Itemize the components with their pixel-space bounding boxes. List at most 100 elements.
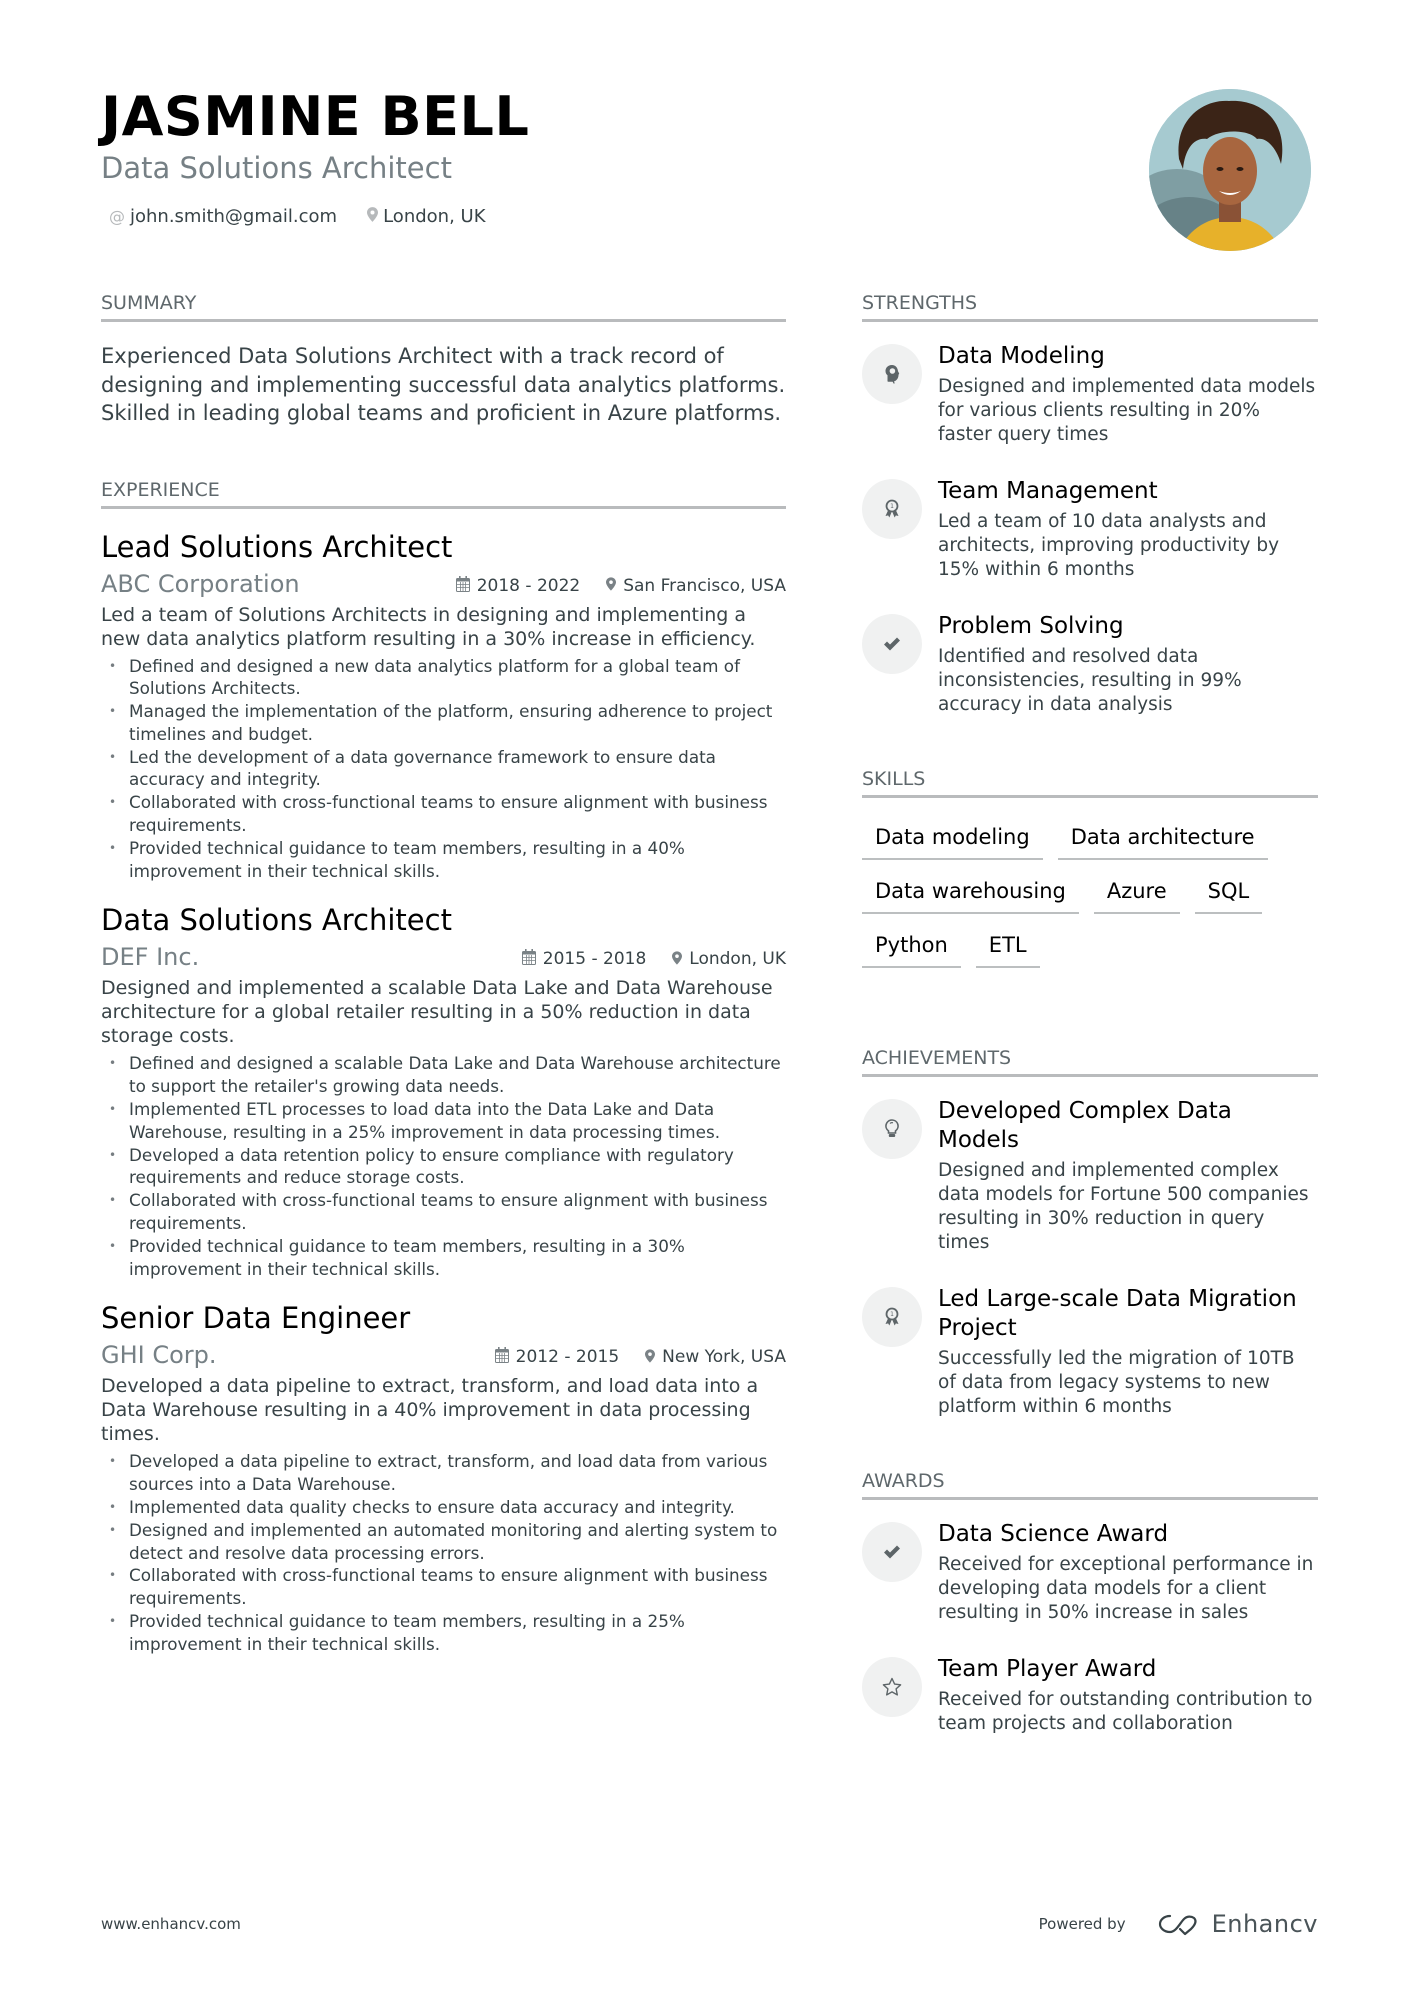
section-heading-summary: SUMMARY [101, 291, 786, 322]
job-meta: ABC Corporation 2018 - 2022 San Francisc… [101, 569, 786, 599]
section-heading-strengths: STRENGTHS [862, 291, 1318, 322]
award-ribbon-icon: 1 [862, 1287, 922, 1347]
award-title: Team Player Award [938, 1656, 1157, 1682]
strengths-section: STRENGTHS Data Modeling Designed and imp… [862, 291, 1318, 717]
bullet-item: Managed the implementation of the platfo… [101, 700, 786, 746]
section-heading-awards: AWARDS [862, 1469, 1318, 1500]
bullet-item: Collaborated with cross-functional teams… [101, 1564, 786, 1610]
bullet-item: Defined and designed a scalable Data Lak… [101, 1052, 786, 1098]
checkmark-icon [862, 1522, 922, 1582]
job-bullets: Defined and designed a new data analytic… [101, 655, 786, 883]
award-item: Data Science Award Received for exceptio… [862, 1520, 1318, 1625]
achievement-title: Led Large-scale Data Migration Project [938, 1286, 1297, 1341]
resume-header: JASMINE BELL Data Solutions Architect @ … [101, 85, 1001, 228]
achievement-item: Developed Complex Data Models Designed a… [862, 1097, 1318, 1255]
skills-section: SKILLS Data modeling Data architecture D… [862, 767, 1318, 968]
job-location: San Francisco, USA [623, 575, 786, 596]
experience-section: EXPERIENCE Lead Solutions Architect ABC … [101, 478, 786, 1656]
company-name: ABC Corporation [101, 569, 300, 598]
calendar-icon [494, 1347, 509, 1367]
job-entry: Lead Solutions Architect ABC Corporation… [101, 529, 786, 883]
award-item: Team Player Award Received for outstandi… [862, 1655, 1318, 1736]
strength-item: 1 Team Management Led a team of 10 data … [862, 477, 1318, 582]
job-meta: DEF Inc. 2015 - 2018 London, UK [101, 942, 786, 972]
skill-tag: Azure [1093, 860, 1180, 914]
achievement-title: Developed Complex Data Models [938, 1098, 1232, 1153]
skill-tag: SQL [1194, 860, 1263, 914]
skill-tag: Data modeling [862, 806, 1043, 860]
award-description: Received for outstanding contribution to… [938, 1689, 1313, 1734]
bullet-item: Developed a data pipeline to extract, tr… [101, 1450, 786, 1496]
brain-head-icon [862, 344, 922, 404]
skills-list: Data modeling Data architecture Data war… [862, 806, 1318, 968]
left-column: SUMMARY Experienced Data Solutions Archi… [101, 291, 786, 1656]
strength-description: Identified and resolved data inconsisten… [938, 646, 1242, 715]
skill-tag: Python [862, 914, 961, 968]
job-meta: GHI Corp. 2012 - 2015 New York, USA [101, 1340, 786, 1370]
section-heading-achievements: ACHIEVEMENTS [862, 1046, 1318, 1077]
map-pin-icon [367, 207, 379, 226]
strength-title: Problem Solving [938, 613, 1124, 639]
job-description: Developed a data pipeline to extract, tr… [101, 1375, 759, 1446]
achievement-item: 1 Led Large-scale Data Migration Project… [862, 1285, 1318, 1419]
bullet-item: Defined and designed a new data analytic… [101, 655, 786, 701]
candidate-name: JASMINE BELL [101, 85, 530, 148]
job-dates: 2018 - 2022 [476, 575, 581, 596]
job-location: New York, USA [662, 1347, 786, 1368]
job-title: Senior Data Engineer [101, 1301, 411, 1336]
strength-item: Problem Solving Identified and resolved … [862, 612, 1318, 717]
bullet-item: Implemented data quality checks to ensur… [101, 1496, 786, 1519]
enhancv-logo-icon [1158, 1914, 1197, 1936]
job-bullets: Defined and designed a scalable Data Lak… [101, 1052, 786, 1280]
job-title: Data Solutions Architect [101, 903, 452, 938]
profile-photo [1149, 89, 1311, 251]
star-icon [862, 1657, 922, 1717]
bullet-item: Provided technical guidance to team memb… [101, 1235, 786, 1281]
strength-item: Data Modeling Designed and implemented d… [862, 342, 1318, 447]
calendar-icon [521, 949, 536, 969]
bullet-item: Developed a data retention policy to ens… [101, 1144, 786, 1190]
strength-description: Designed and implemented data models for… [938, 376, 1316, 445]
job-description: Designed and implemented a scalable Data… [101, 977, 773, 1048]
job-entry: Senior Data Engineer GHI Corp. 2012 - 20… [101, 1300, 786, 1655]
bullet-item: Collaborated with cross-functional teams… [101, 1189, 786, 1235]
award-title: Data Science Award [938, 1521, 1169, 1547]
skill-tag: ETL [975, 914, 1040, 968]
contact-email[interactable]: @ john.smith@gmail.com [109, 206, 337, 227]
strength-description: Led a team of 10 data analysts and archi… [938, 511, 1280, 580]
award-description: Received for exceptional performance in … [938, 1554, 1314, 1623]
checkmark-icon [862, 614, 922, 674]
website-link[interactable]: www.enhancv.com [101, 1915, 241, 1933]
map-pin-icon [645, 1348, 656, 1367]
achievement-description: Successfully led the migration of 10TB o… [938, 1348, 1295, 1417]
bullet-item: Led the development of a data governance… [101, 746, 786, 792]
job-description: Led a team of Solutions Architects in de… [101, 603, 756, 650]
job-dates: 2012 - 2015 [515, 1347, 620, 1368]
right-column: STRENGTHS Data Modeling Designed and imp… [862, 291, 1318, 1736]
job-dates: 2015 - 2018 [542, 949, 647, 970]
strength-title: Team Management [938, 478, 1158, 504]
brand-name: Enhancv [1211, 1910, 1318, 1938]
enhancv-logo[interactable]: Enhancv [1156, 1910, 1318, 1938]
company-name: GHI Corp. [101, 1341, 217, 1370]
map-pin-icon [606, 576, 617, 595]
email-text[interactable]: john.smith@gmail.com [130, 206, 337, 227]
contact-location: London, UK [367, 206, 486, 227]
map-pin-icon [672, 950, 683, 969]
summary-section: SUMMARY Experienced Data Solutions Archi… [101, 291, 786, 428]
footer: www.enhancv.com Powered by Enhancv [101, 1910, 1318, 1938]
job-title: Lead Solutions Architect [101, 529, 453, 564]
bullet-item: Implemented ETL processes to load data i… [101, 1098, 786, 1144]
svg-text:1: 1 [890, 1311, 894, 1318]
company-name: DEF Inc. [101, 943, 200, 972]
at-icon: @ [109, 207, 125, 226]
skill-tag: Data warehousing [862, 860, 1079, 914]
contact-info: @ john.smith@gmail.com London, UK [101, 206, 1001, 227]
job-bullets: Developed a data pipeline to extract, tr… [101, 1450, 786, 1655]
powered-by-label: Powered by [1038, 1915, 1126, 1933]
strength-title: Data Modeling [938, 343, 1105, 369]
skill-tag: Data architecture [1057, 806, 1268, 860]
bullet-item: Collaborated with cross-functional teams… [101, 791, 786, 837]
award-ribbon-icon: 1 [862, 479, 922, 539]
achievement-description: Designed and implemented complex data mo… [938, 1160, 1309, 1253]
